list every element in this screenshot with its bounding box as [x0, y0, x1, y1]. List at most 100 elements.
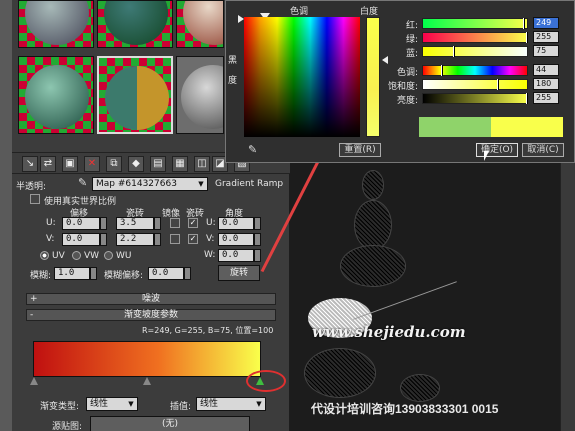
map-name-text: Map #614327663: [96, 179, 177, 189]
uv-radio[interactable]: [40, 251, 49, 260]
sample-slot-5[interactable]: [97, 56, 173, 134]
sample-slot-2[interactable]: [97, 0, 173, 48]
sphere-preview: [25, 1, 89, 45]
angle-w-field[interactable]: 0.0: [218, 249, 254, 262]
source-map-label: 源贴图:: [52, 422, 83, 431]
angle-u-spinner[interactable]: [254, 217, 261, 230]
gradient-type-value: 线性: [90, 399, 109, 409]
hue-label: 色调: [290, 7, 309, 17]
rotate-button[interactable]: 旋转: [218, 265, 260, 281]
blue-slider[interactable]: [422, 46, 528, 57]
unique-icon[interactable]: ◆: [128, 156, 144, 172]
angle-w-label: W:: [204, 250, 216, 260]
offset-v-spinner[interactable]: [100, 233, 107, 246]
slider-marker: [453, 46, 455, 57]
tile-v-checkbox[interactable]: ✓: [188, 234, 198, 244]
tiling-u-field[interactable]: 3.5: [116, 217, 154, 230]
reset-button[interactable]: 重置(R): [339, 143, 381, 157]
mirror-u-checkbox[interactable]: [170, 218, 180, 228]
value-slider[interactable]: [422, 93, 528, 104]
blackness-label-1: 黑: [228, 56, 238, 66]
hue-slider-label: 色调:: [396, 68, 418, 78]
value-label: 亮度:: [396, 96, 418, 106]
viewport[interactable]: [290, 160, 575, 431]
vw-radio[interactable]: [72, 251, 81, 260]
value-value[interactable]: 255: [533, 92, 559, 104]
gradient-ramp[interactable]: [33, 341, 261, 377]
hue-value[interactable]: 44: [533, 64, 559, 76]
tiling-u-spinner[interactable]: [154, 217, 161, 230]
blackness-label-2: 度: [228, 76, 238, 86]
angle-v-field[interactable]: 0.0: [218, 233, 254, 246]
get-material-icon[interactable]: ↘: [22, 156, 38, 172]
offset-u-field[interactable]: 0.0: [62, 217, 100, 230]
blur-label: 模糊:: [30, 271, 52, 281]
offset-v-field[interactable]: 0.0: [62, 233, 100, 246]
green-value[interactable]: 255: [533, 31, 559, 43]
angle-u-field[interactable]: 0.0: [218, 217, 254, 230]
stone-small: [400, 374, 440, 402]
angle-v-spinner[interactable]: [254, 233, 261, 246]
real-world-checkbox[interactable]: [30, 194, 40, 204]
map-type-label[interactable]: Gradient Ramp: [215, 179, 283, 189]
blur-field[interactable]: 1.0: [54, 267, 90, 280]
watermark: www.shejiedu.com: [312, 323, 466, 341]
mirror-v-checkbox[interactable]: [170, 234, 180, 244]
interp-dropdown[interactable]: 线性 ▼: [196, 397, 266, 411]
angle-v-label: V:: [206, 234, 215, 244]
gradient-flag-start[interactable]: [30, 377, 38, 385]
sample-slot-4[interactable]: [18, 56, 94, 134]
red-value[interactable]: 249: [533, 17, 559, 29]
offset-u-spinner[interactable]: [100, 217, 107, 230]
sphere-preview: [104, 1, 168, 45]
blur-offset-spinner[interactable]: [184, 267, 191, 280]
collapse-minus-icon: -: [30, 310, 34, 320]
tiling-v-spinner[interactable]: [154, 233, 161, 246]
blur-spinner[interactable]: [90, 267, 97, 280]
show-in-viewport-icon[interactable]: ◫: [194, 156, 210, 172]
tile-u-checkbox[interactable]: ✓: [188, 218, 198, 228]
gradient-flag-mid[interactable]: [143, 377, 151, 385]
sample-slot-6[interactable]: [176, 56, 224, 134]
red-slider[interactable]: [422, 18, 528, 29]
noise-rollout[interactable]: + 噪波: [26, 293, 276, 305]
eyedropper-icon[interactable]: ✎: [248, 143, 257, 156]
angle-w-spinner[interactable]: [254, 249, 261, 262]
hue-saturation-box[interactable]: [244, 17, 360, 137]
vase-neck: [362, 170, 384, 200]
sample-slot-1[interactable]: [18, 0, 94, 48]
sample-slot-3[interactable]: [176, 0, 224, 48]
library-icon[interactable]: ▤: [150, 156, 166, 172]
dropdown-arrow-icon: ▼: [256, 400, 262, 408]
source-map-button[interactable]: (无): [90, 416, 250, 431]
whiteness-label: 白度: [360, 7, 379, 17]
interp-value: 线性: [200, 399, 219, 409]
gradient-type-dropdown[interactable]: 线性 ▼: [86, 397, 138, 411]
saturation-value[interactable]: 180: [533, 78, 559, 90]
expand-plus-icon: +: [30, 294, 38, 304]
eyedropper-icon[interactable]: ✎: [78, 176, 87, 189]
saturation-slider[interactable]: [422, 79, 528, 90]
red-label: 红:: [405, 21, 418, 31]
footer-banner: 代设计培训咨询13903833301 0015: [311, 402, 499, 416]
old-color-swatch: [419, 117, 491, 137]
blue-value[interactable]: 75: [533, 45, 559, 57]
tiling-v-field[interactable]: 2.2: [116, 233, 154, 246]
map-name-field[interactable]: Map #614327663 ▼: [92, 177, 208, 191]
u-label: U:: [46, 218, 56, 228]
wu-label: WU: [116, 251, 132, 261]
green-slider[interactable]: [422, 32, 528, 43]
copy-material-icon[interactable]: ⧉: [106, 156, 122, 172]
hue-slider[interactable]: [422, 65, 528, 76]
blur-offset-field[interactable]: 0.0: [148, 267, 184, 280]
assign-material-icon[interactable]: ▣: [62, 156, 78, 172]
slider-marker: [441, 65, 443, 76]
put-to-scene-icon[interactable]: ⇄: [40, 156, 56, 172]
wu-radio[interactable]: [104, 251, 113, 260]
panel-strip: [0, 0, 12, 431]
effects-channel-icon[interactable]: ▦: [172, 156, 188, 172]
reset-map-icon[interactable]: ✕: [84, 156, 100, 172]
ok-button[interactable]: 确定(O): [476, 143, 518, 157]
gradient-rollout[interactable]: - 渐变坡度参数: [26, 309, 276, 321]
cancel-button[interactable]: 取消(C): [522, 143, 564, 157]
